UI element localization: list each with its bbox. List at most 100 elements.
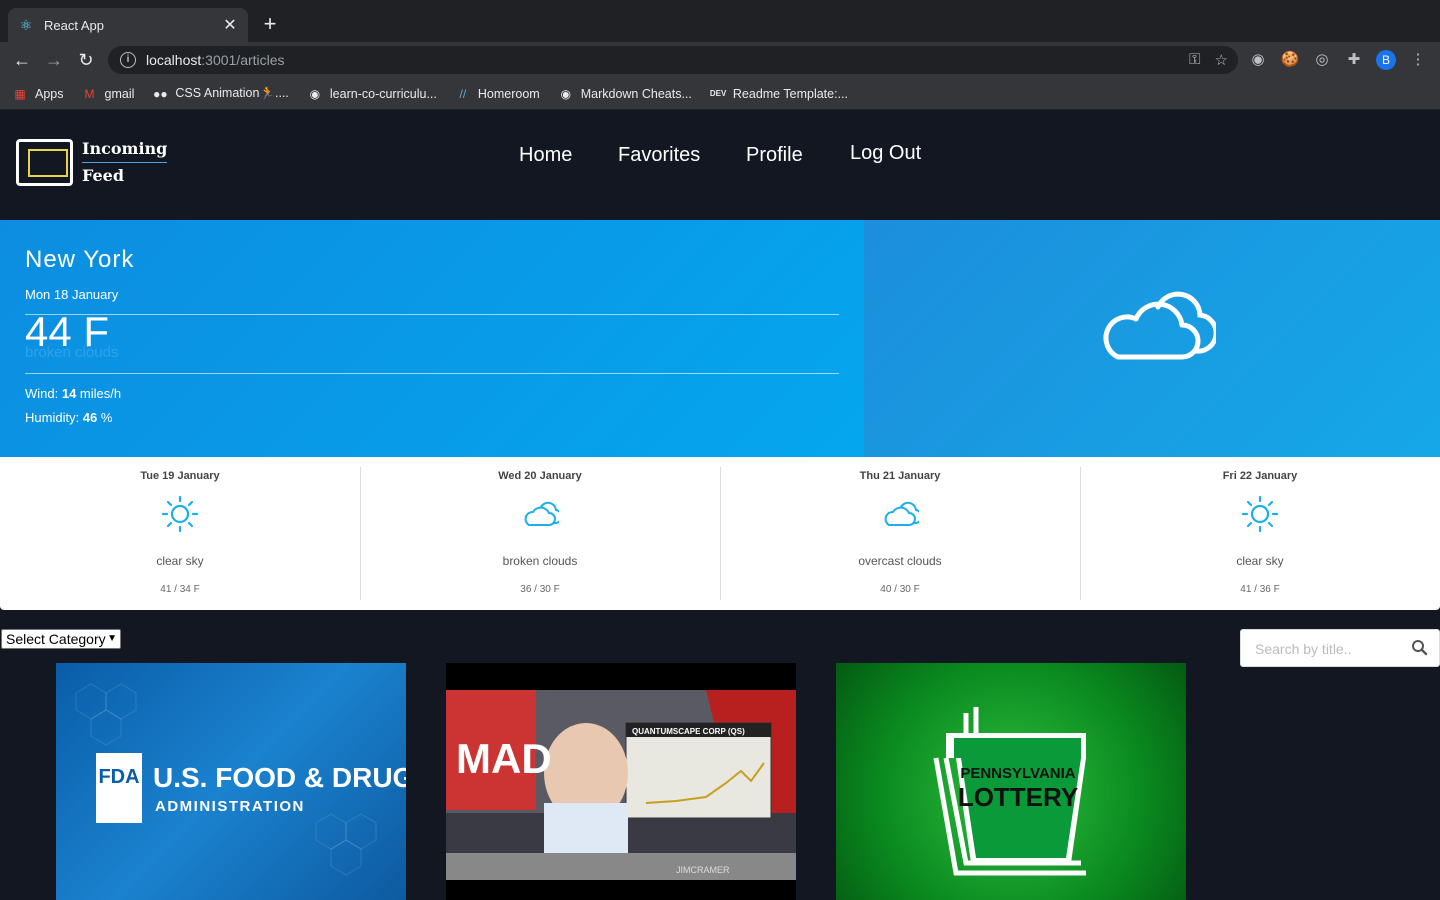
url-path: :3001/articles xyxy=(201,52,285,68)
logo-line-1: Incoming xyxy=(82,136,168,163)
article-image: FDA U.S. FOOD & DRUG ADMINISTRATION xyxy=(75,683,406,876)
medium-icon: ●● xyxy=(153,86,168,101)
search-placeholder: Search by title.. xyxy=(1255,641,1352,657)
bookmark-label: Markdown Cheats... xyxy=(580,86,692,101)
bookmark-gmail[interactable]: Mgmail xyxy=(82,86,135,102)
forecast-day: Fri 22 January clear sky 41 / 36 F xyxy=(1080,457,1440,610)
bookmark-learn-co[interactable]: ◉ learn-co-curriculu... xyxy=(307,86,437,102)
fda-subtitle-text: ADMINISTRATION xyxy=(155,798,305,815)
site-info-icon[interactable]: i xyxy=(120,52,136,68)
gmail-icon: M xyxy=(84,86,95,101)
forecast-temps: 41 / 36 F xyxy=(1240,584,1280,595)
forecast-condition: broken clouds xyxy=(502,554,578,568)
mad-money-text: MAD xyxy=(456,735,552,782)
forecast-date: Thu 21 January xyxy=(859,470,941,482)
weather-city: New York xyxy=(25,246,135,273)
humidity-label: Humidity: xyxy=(25,410,83,425)
article-image: PENNSYLVANIA LOTTERY xyxy=(933,707,1086,876)
bookmark-markdown[interactable]: ◉ Markdown Cheats... xyxy=(558,86,692,102)
bookmark-label: CSS Animation🏃.... xyxy=(175,86,289,100)
nav-logout[interactable]: Log Out xyxy=(850,142,921,165)
extension-icon[interactable]: ◉ xyxy=(1248,50,1268,70)
forecast-date: Fri 22 January xyxy=(1222,470,1298,482)
cookie-icon[interactable]: 🍪 xyxy=(1280,50,1300,70)
fda-title-text: U.S. FOOD & DRUG xyxy=(153,762,406,793)
nav-home[interactable]: Home xyxy=(519,144,572,167)
chevron-down-icon: ▼ xyxy=(107,633,117,644)
divider xyxy=(25,314,839,315)
bookmark-homeroom[interactable]: // Homeroom xyxy=(455,86,540,102)
forward-icon[interactable]: → xyxy=(42,48,66,72)
bookmark-label: gmail xyxy=(104,86,135,101)
logo[interactable]: Incoming Feed xyxy=(16,136,168,189)
apps-grid-icon: ▦ xyxy=(14,86,26,101)
target-icon[interactable]: ◎ xyxy=(1312,50,1332,70)
weather-humidity: Humidity: 46 % xyxy=(25,410,112,425)
pa-lottery-text-2: LOTTERY xyxy=(958,782,1078,812)
sun-icon xyxy=(1241,495,1279,533)
cloud-icon xyxy=(524,501,559,526)
back-icon[interactable]: ← xyxy=(10,48,34,72)
wind-value: 14 xyxy=(61,386,77,401)
fda-logo-text: FDA xyxy=(98,766,139,788)
browser-toolbar: ← → ↻ i localhost:3001/articles ⚿ ☆ ◉ 🍪 … xyxy=(0,42,1440,78)
chart-label-text: QUANTUMSCAPE CORP (QS) xyxy=(632,727,745,736)
wind-label: Wind: xyxy=(25,386,62,401)
bookmark-label: Readme Template:... xyxy=(732,86,848,101)
cloud-icon xyxy=(1103,291,1216,360)
bookmark-css-animation[interactable]: ●● CSS Animation🏃.... xyxy=(152,86,289,102)
address-bar[interactable]: i localhost:3001/articles ⚿ ☆ xyxy=(108,46,1238,74)
weather-wind: Wind: 14 miles/h xyxy=(25,386,121,401)
new-tab-icon[interactable]: + xyxy=(258,12,282,36)
jimcramer-text: JIMCRAMER xyxy=(676,865,730,875)
forecast-temps: 36 / 30 F xyxy=(520,584,560,595)
homeroom-icon: // xyxy=(459,86,467,101)
cloud-icon xyxy=(884,501,919,526)
category-select-value: Select Category xyxy=(6,631,106,647)
bookmark-apps[interactable]: ▦ Apps xyxy=(12,86,64,102)
browser-tab[interactable]: ⚛ React App ✕ xyxy=(8,8,248,42)
close-tab-icon[interactable]: ✕ xyxy=(222,15,238,35)
article-card[interactable]: QUANTUMSCAPE CORP (QS) MAD JIMCRAMER xyxy=(446,663,796,900)
forecast-date: Tue 19 January xyxy=(140,470,220,482)
logo-text: Incoming Feed xyxy=(82,136,168,189)
forecast-temps: 40 / 30 F xyxy=(880,584,920,595)
humidity-value: 46 xyxy=(82,410,98,425)
key-icon[interactable]: ⚿ xyxy=(1189,51,1200,69)
dev-icon: DEV xyxy=(709,88,727,98)
app: Incoming Feed Home Favorites Profile Log… xyxy=(0,110,1440,900)
tab-title: React App xyxy=(44,17,104,33)
search-input[interactable]: Search by title.. xyxy=(1240,629,1440,667)
avatar[interactable]: B xyxy=(1376,50,1396,70)
menu-icon[interactable]: ⋮ xyxy=(1408,50,1428,70)
weather-date: Mon 18 January xyxy=(25,287,119,302)
react-icon: ⚛ xyxy=(19,17,33,33)
humidity-unit: % xyxy=(97,410,113,425)
forecast-date: Wed 20 January xyxy=(498,470,582,482)
puzzle-icon[interactable]: ✚ xyxy=(1344,50,1364,70)
github-icon: ◉ xyxy=(309,86,321,101)
sun-icon xyxy=(161,495,199,533)
star-icon[interactable]: ☆ xyxy=(1215,51,1228,69)
bookmark-label: Apps xyxy=(35,86,64,101)
search-icon[interactable] xyxy=(1411,639,1429,657)
logo-line-2: Feed xyxy=(82,166,125,185)
article-card[interactable]: FDA U.S. FOOD & DRUG ADMINISTRATION xyxy=(56,663,406,900)
bookmark-readme[interactable]: DEV Readme Template:... xyxy=(710,86,848,102)
forecast-day: Tue 19 January clear sky 41 / 34 F xyxy=(0,457,360,610)
bookmarks-bar: ▦ Apps Mgmail ●● CSS Animation🏃.... ◉ learn… xyxy=(0,78,1440,110)
forecast-temps: 41 / 34 F xyxy=(160,584,200,595)
category-select[interactable]: Select Category ▼ xyxy=(1,629,121,649)
forecast-day: Thu 21 January overcast clouds 40 / 30 F xyxy=(720,457,1080,610)
forecast-condition: clear sky xyxy=(156,554,204,568)
divider xyxy=(25,373,839,374)
article-card[interactable]: PENNSYLVANIA LOTTERY xyxy=(836,663,1186,900)
browser-tabbar: ⚛ React App ✕ + xyxy=(0,0,1440,42)
forecast-condition: clear sky xyxy=(1236,554,1284,568)
pa-lottery-text-1: PENNSYLVANIA xyxy=(960,765,1075,782)
weather-widget: New York Mon 18 January 44 F broken clou… xyxy=(0,220,1440,457)
nav-favorites[interactable]: Favorites xyxy=(618,144,700,167)
nav-profile[interactable]: Profile xyxy=(746,144,803,167)
reload-icon[interactable]: ↻ xyxy=(74,48,98,72)
forecast-condition: overcast clouds xyxy=(858,554,942,568)
